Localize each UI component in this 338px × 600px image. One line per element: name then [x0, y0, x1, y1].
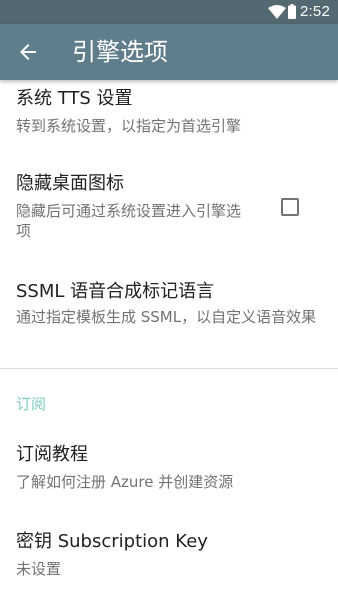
- status-time: 2:52: [300, 3, 330, 20]
- pref-system-tts-settings[interactable]: 系统 TTS 设置 转到系统设置，以指定为首选引擎: [0, 80, 338, 144]
- pref-title: 订阅教程: [16, 444, 88, 465]
- pref-ssml[interactable]: SSML 语音合成标记语言 通过指定模板生成 SSML，以自定义语音效果: [0, 276, 338, 360]
- preferences-list[interactable]: 系统 TTS 设置 转到系统设置，以指定为首选引擎 隐藏桌面图标 隐藏后可通过系…: [0, 80, 338, 600]
- pref-summary: 转到系统设置，以指定为首选引擎: [16, 117, 242, 135]
- status-bar: 2:52: [0, 0, 338, 24]
- pref-title: SSML 语音合成标记语言: [16, 281, 215, 302]
- hide-icon-checkbox[interactable]: [281, 198, 299, 216]
- pref-title: 密钥 Subscription Key: [16, 531, 208, 552]
- category-subscription: 订阅: [16, 395, 47, 413]
- pref-title: 隐藏桌面图标: [16, 173, 124, 194]
- pref-subscription-tutorial[interactable]: 订阅教程 了解如何注册 Azure 并创建资源: [0, 434, 338, 506]
- app-bar: 引擎选项: [0, 24, 338, 80]
- page-title: 引擎选项: [72, 38, 168, 66]
- wifi-icon: [268, 5, 286, 19]
- pref-title: 系统 TTS 设置: [16, 88, 133, 109]
- pref-summary: 了解如何注册 Azure 并创建资源: [16, 473, 234, 491]
- arrow-back-icon[interactable]: [16, 40, 40, 64]
- pref-subscription-key[interactable]: 密钥 Subscription Key 未设置: [0, 520, 338, 592]
- pref-summary: 未设置: [16, 560, 62, 578]
- pref-hide-launcher-icon[interactable]: 隐藏桌面图标 隐藏后可通过系统设置进入引擎选项: [0, 164, 338, 254]
- divider: [0, 368, 338, 369]
- pref-summary: 通过指定模板生成 SSML，以自定义语音效果: [16, 308, 317, 326]
- pref-summary: 隐藏后可通过系统设置进入引擎选项: [16, 202, 242, 240]
- battery-icon: [288, 4, 296, 19]
